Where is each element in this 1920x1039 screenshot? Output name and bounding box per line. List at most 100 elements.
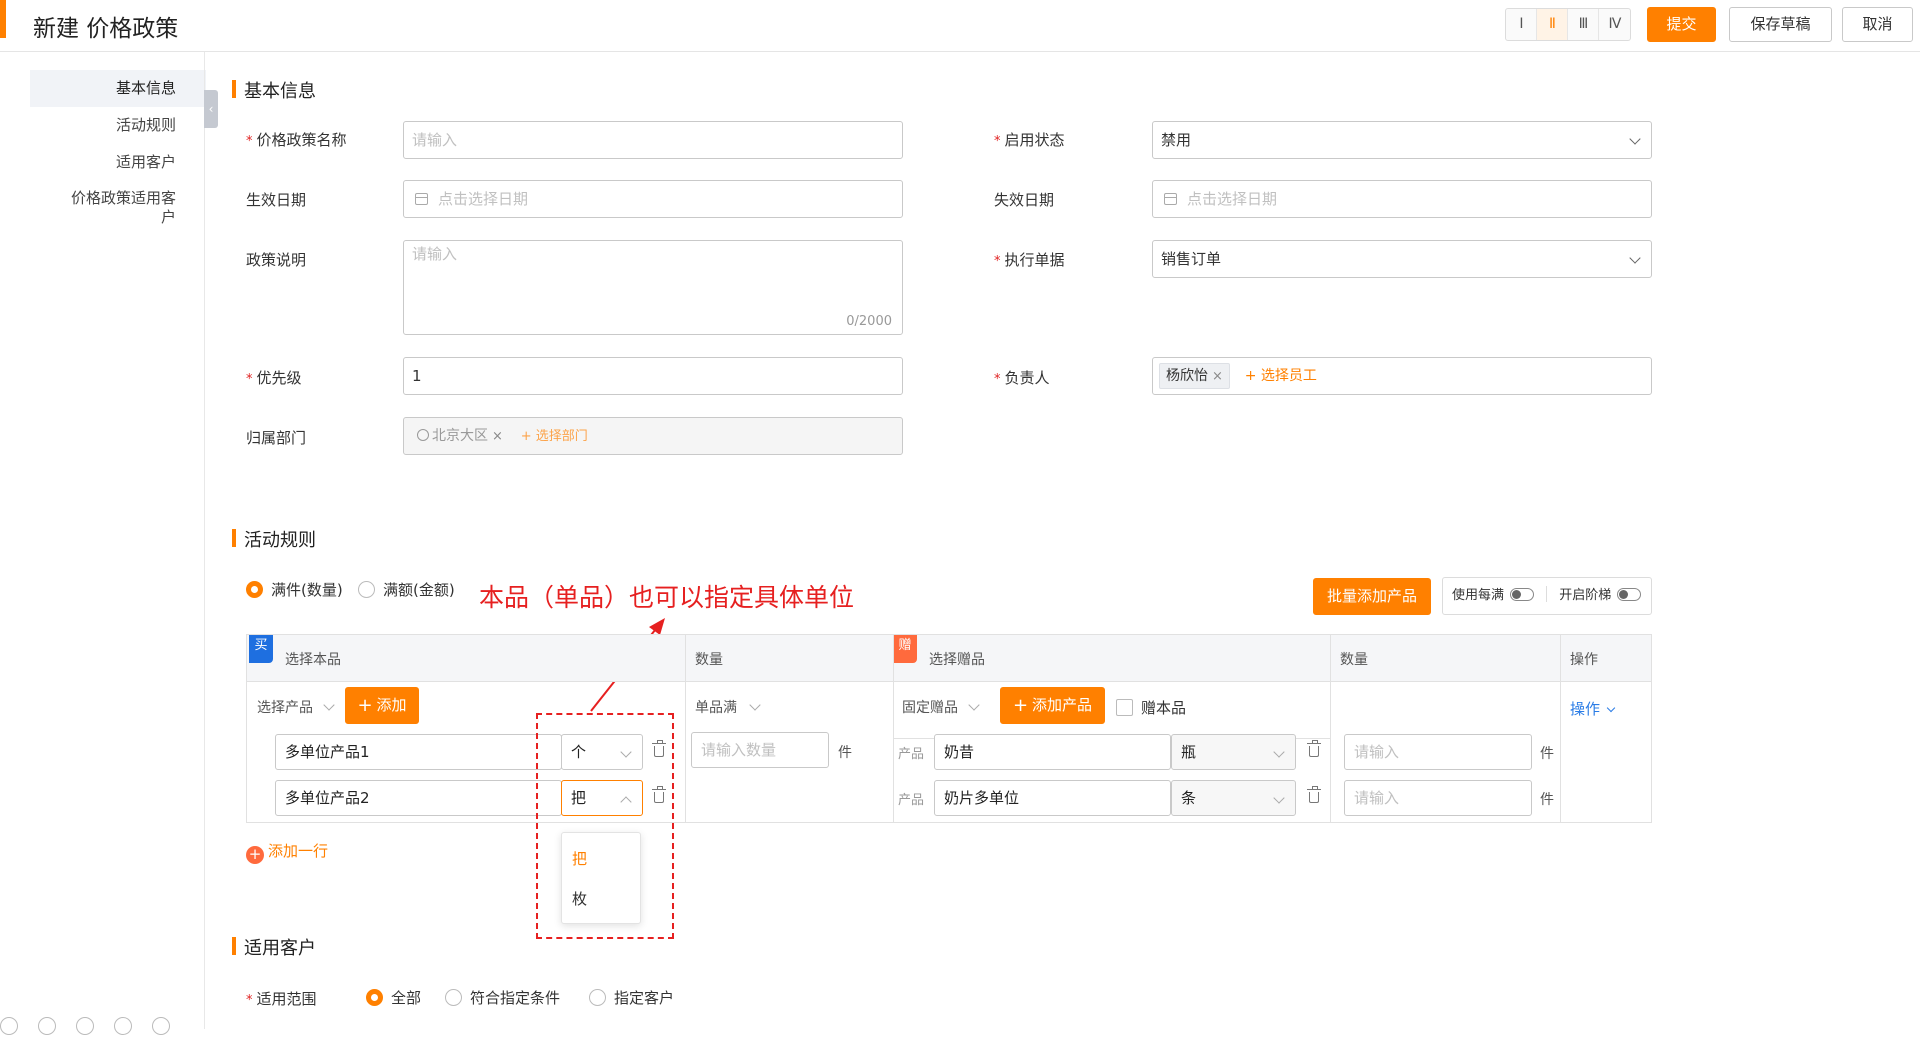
gift-product-input-1[interactable]: 奶昔 [934,734,1171,770]
col-divider [1330,635,1331,822]
delete-trash-icon[interactable] [1307,740,1321,757]
column-layout-switch[interactable]: Ⅰ Ⅱ Ⅲ Ⅳ [1505,8,1631,41]
effective-date-picker[interactable]: 点击选择日期 [403,180,903,218]
add-row-button[interactable]: + 添加一行 [246,840,328,864]
col-divider [1560,635,1561,822]
fixed-gift-dropdown[interactable]: 固定赠品 [902,697,980,717]
section-title-rules: 活动规则 [232,526,316,552]
doc-type-label-text: 执行单据 [1004,251,1065,269]
doc-type-value: 销售订单 [1161,250,1222,268]
col-select-product: 选择本品 [285,652,341,668]
gift-qty-unit-label: 件 [1540,746,1554,762]
nav-item-activity-rules[interactable]: 活动规则 [30,107,206,144]
calendar-icon [415,193,428,205]
scope-radio-specific[interactable]: 指定客户 [589,987,674,1008]
row-op-menu[interactable]: 操作 [1570,698,1616,719]
doc-type-select[interactable]: 销售订单 [1152,240,1652,278]
policy-name-input[interactable]: 请输入 [403,121,903,159]
collapse-nav-icon[interactable]: ‹ [204,90,218,128]
checkbox-icon [1116,699,1133,716]
annotation-highlight-box [536,713,674,939]
gift-badge: 赠 [893,635,917,663]
select-product-label: 选择产品 [257,700,313,716]
scope-radio-conditions[interactable]: 符合指定条件 [445,987,560,1008]
tier-label: 开启阶梯 [1559,588,1612,603]
gift-qty-input-1[interactable]: 请输入 [1344,734,1532,770]
select-product-dropdown[interactable]: 选择产品 [257,697,335,717]
layout-two-column-button[interactable]: Ⅱ [1537,9,1568,40]
gift-unit-select-2[interactable]: 条 [1171,780,1296,816]
dept-picker[interactable]: 北京大区 × + 选择部门 [403,417,903,455]
status-label: * 启用状态 [994,129,1065,150]
dept-tag-text: 北京大区 [432,428,488,444]
plus-circle-icon: + [246,846,264,864]
description-counter: 0/2000 [846,314,892,329]
priority-label: * 优先级 [246,367,302,388]
radio-amount[interactable]: 满额(金额) [358,579,462,600]
scope-all-label: 全部 [391,989,422,1007]
col-divider [685,635,686,822]
owner-tag: 杨欣怡 × [1159,363,1230,389]
buy-product-input-2[interactable]: 多单位产品2 [275,780,562,816]
cancel-button[interactable]: 取消 [1842,7,1913,42]
select-dept-link[interactable]: + 选择部门 [521,429,588,444]
section-nav: 基本信息 活动规则 适用客户 价格政策适用客户 [30,70,206,231]
scope-label: * 适用范围 [246,988,317,1009]
priority-input[interactable]: 1 [403,357,903,395]
buy-qty-input[interactable]: 请输入数量 [691,732,829,768]
chevron-down-icon [968,699,980,711]
description-textarea[interactable]: 请输入 0/2000 [403,240,903,335]
rules-table: 买 赠 选择本品 数量 选择赠品 数量 操作 选择产品 + 添加 多单位产品1 个… [246,634,1652,823]
gift-self-checkbox[interactable]: 赠本品 [1116,697,1186,718]
per-full-toggle[interactable] [1510,588,1535,601]
nav-divider [204,52,205,1029]
chevron-down-icon [1273,746,1285,758]
chevron-down-icon [1606,703,1616,713]
single-full-dropdown[interactable]: 单品满 [695,697,761,717]
nav-item-basic-info[interactable]: 基本信息 [30,70,206,107]
layout-four-column-button[interactable]: Ⅳ [1599,9,1630,40]
gift-self-label: 赠本品 [1141,699,1187,717]
radio-qty-label: 满件(数量) [271,581,343,599]
col-gift-qty: 数量 [1340,652,1368,668]
select-employee-link[interactable]: + 选择员工 [1245,368,1317,384]
save-draft-button[interactable]: 保存草稿 [1729,7,1832,42]
rule-toggles: 使用每满 开启阶梯 [1442,577,1652,615]
gift-qty-input-2[interactable]: 请输入 [1344,780,1532,816]
gift-product-input-2[interactable]: 奶片多单位 [934,780,1171,816]
delete-trash-icon[interactable] [1307,786,1321,803]
description-placeholder: 请输入 [412,245,458,263]
batch-add-products-button[interactable]: 批量添加产品 [1313,578,1431,615]
tier-toggle[interactable] [1617,588,1642,601]
header-accent-bar [0,0,6,38]
status-select[interactable]: 禁用 [1152,121,1652,159]
policy-name-label-text: 价格政策名称 [256,131,347,149]
add-product-button[interactable]: + 添加 [345,687,419,724]
expire-date-placeholder: 点击选择日期 [1187,190,1278,208]
nav-item-customers[interactable]: 适用客户 [30,144,206,181]
remove-tag-icon[interactable]: × [492,429,503,444]
scope-radio-all[interactable]: 全部 [366,987,421,1008]
layout-three-column-button[interactable]: Ⅲ [1568,9,1599,40]
scroll-dot-icon [114,1017,132,1035]
owner-picker[interactable]: 杨欣怡 × + 选择员工 [1152,357,1652,395]
nav-item-policy-customers[interactable]: 价格政策适用客户 [30,181,206,231]
add-product-label: 添加 [376,696,407,714]
buy-product-input-1[interactable]: 多单位产品1 [275,734,562,770]
add-gift-product-button[interactable]: + 添加产品 [1000,687,1105,724]
radio-qty[interactable]: 满件(数量) [246,579,343,600]
add-row-label: 添加一行 [268,842,329,860]
submit-button[interactable]: 提交 [1647,7,1716,42]
gift-unit-select-1[interactable]: 瓶 [1171,734,1296,770]
per-full-label: 使用每满 [1452,588,1505,603]
section-title-basic: 基本信息 [232,77,316,103]
chevron-down-icon [1629,133,1641,145]
toggle-divider [1546,586,1548,602]
remove-tag-icon[interactable]: × [1212,369,1223,384]
required-mark: * [994,134,1001,149]
gift-unit-value-2: 条 [1181,789,1197,807]
expire-date-picker[interactable]: 点击选择日期 [1152,180,1652,218]
page-header: 新建 价格政策 Ⅰ Ⅱ Ⅲ Ⅳ 提交 保存草稿 取消 [0,0,1920,52]
scroll-dot-icon [0,1017,18,1035]
layout-one-column-button[interactable]: Ⅰ [1506,9,1537,40]
